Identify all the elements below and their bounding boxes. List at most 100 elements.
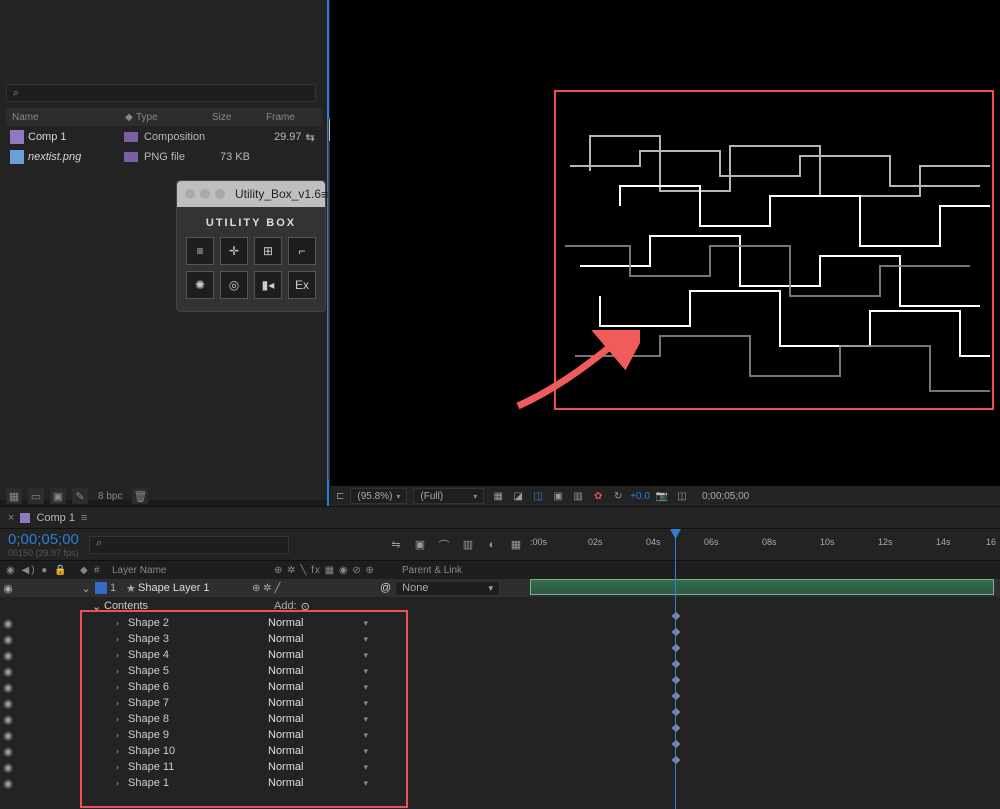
sun-icon[interactable]: ✺ [186,271,214,299]
pickwhip-icon[interactable]: @ [380,582,391,594]
visibility-toggle[interactable]: ◉ [0,617,16,630]
camera-icon[interactable]: ▮◂ [254,271,282,299]
new-folder-icon[interactable]: ▭ [28,488,44,504]
layer-switches[interactable]: ⊕ ✲ ╱ [252,583,380,594]
blend-mode-dropdown[interactable]: Normal▾ [268,681,386,693]
window-close-icon[interactable] [185,189,195,199]
blend-mode-dropdown[interactable]: Normal▾ [268,617,386,629]
shape-name[interactable]: Shape 9 [128,729,268,741]
align-icon[interactable]: ≡ [186,237,214,265]
keyframe-marker[interactable] [672,644,680,652]
twirl-down-icon[interactable]: ⌄ [80,582,92,595]
keyframe-marker[interactable] [672,724,680,732]
chevron-right-icon[interactable]: › [116,698,128,708]
visibility-toggle[interactable]: ◉ [0,713,16,726]
channel-icon[interactable]: ▥ [570,488,586,504]
keyframe-marker[interactable] [672,660,680,668]
visibility-toggle[interactable]: ◉ [0,665,16,678]
shy-icon[interactable]: ⌒ [436,537,452,553]
expression-icon[interactable]: Ex [288,271,316,299]
target-icon[interactable]: ◎ [220,271,248,299]
blend-mode-dropdown[interactable]: Normal▾ [268,745,386,757]
path-icon[interactable]: ⌐ [288,237,316,265]
blend-mode-dropdown[interactable]: Normal▾ [268,633,386,645]
chevron-right-icon[interactable]: › [116,682,128,692]
interpret-footage-icon[interactable]: ▦ [6,488,22,504]
chevron-right-icon[interactable]: › [116,778,128,788]
col-size[interactable]: Size [212,112,266,123]
zoom-dropdown[interactable]: (95.8%)▾ [350,488,407,504]
anchor-icon[interactable]: ✛ [220,237,248,265]
blend-mode-dropdown[interactable]: Normal▾ [268,729,386,741]
window-max-icon[interactable] [215,189,225,199]
project-search-input[interactable]: ⌕ [6,84,316,102]
tab-comp1[interactable]: Comp 1 [36,512,75,524]
current-timecode[interactable]: 0;00;05;00 [8,531,79,548]
tab-close-icon[interactable]: × [8,512,14,524]
mask-icon[interactable]: ◪ [510,488,526,504]
show-snapshot-icon[interactable]: ◫ [674,488,690,504]
chevron-right-icon[interactable]: › [116,650,128,660]
blend-mode-dropdown[interactable]: Normal▾ [268,649,386,661]
frame-blend-icon[interactable]: ▥ [460,537,476,553]
playhead[interactable] [675,529,676,809]
exposure-value[interactable]: +0.0 [630,491,650,502]
shape-name[interactable]: Shape 4 [128,649,268,661]
flowchart-icon[interactable]: ⇆ [306,131,315,144]
blend-mode-dropdown[interactable]: Normal▾ [268,665,386,677]
motion-blur-icon[interactable]: ◐ [484,537,500,553]
utility-box-panel[interactable]: Utility_Box_v1.6 ≡ UTILITY BOX ≡ ✛ ⊞ ⌐ ✺… [176,180,326,312]
graph-editor-icon[interactable]: ▦ [508,537,524,553]
col-name[interactable]: Name [6,112,122,123]
color-mgmt-icon[interactable]: ✿ [590,488,606,504]
visibility-toggle[interactable]: ◉ [0,745,16,758]
shape-name[interactable]: Shape 10 [128,745,268,757]
shape-name[interactable]: Shape 5 [128,665,268,677]
parent-dropdown[interactable]: None▾ [395,581,500,596]
layer-name[interactable]: Shape Layer 1 [138,582,252,594]
guides-icon[interactable]: ▣ [550,488,566,504]
visibility-toggle[interactable]: ◉ [0,777,16,790]
visibility-toggle[interactable]: ◉ [0,681,16,694]
project-item-comp1[interactable]: Comp 1 Composition 29.97⇆ [6,128,322,146]
timeline-tracks[interactable] [530,579,994,809]
visibility-toggle[interactable]: ◉ [0,582,16,595]
shape-name[interactable]: Shape 1 [128,777,268,789]
tab-menu-icon[interactable]: ≡ [81,512,87,524]
keyframe-marker[interactable] [672,692,680,700]
shape-name[interactable]: Shape 7 [128,697,268,709]
chevron-right-icon[interactable]: › [116,730,128,740]
blend-mode-dropdown[interactable]: Normal▾ [268,713,386,725]
trash-icon[interactable]: 🗑 [132,488,148,504]
keyframe-marker[interactable] [672,756,680,764]
keyframe-marker[interactable] [672,628,680,636]
shape-name[interactable]: Shape 3 [128,633,268,645]
chevron-right-icon[interactable]: › [116,762,128,772]
grid-icon[interactable]: ⊞ [254,237,282,265]
col-type[interactable]: Type [136,112,212,123]
viewer-timecode[interactable]: 0;00;05;00 [702,491,749,502]
keyframe-marker[interactable] [672,708,680,716]
time-ruler[interactable]: :00s 02s 04s 06s 08s 10s 12s 14s 16 [530,529,994,561]
utility-box-titlebar[interactable]: Utility_Box_v1.6 ≡ [177,181,325,207]
comp-flowchart-icon[interactable]: ⇋ [388,537,404,553]
blend-mode-dropdown[interactable]: Normal▾ [268,697,386,709]
keyframe-marker[interactable] [672,676,680,684]
chevron-right-icon[interactable]: › [116,746,128,756]
chevron-right-icon[interactable]: › [116,618,128,628]
shape-name[interactable]: Shape 6 [128,681,268,693]
bpc-label[interactable]: 8 bpc [98,491,122,502]
new-comp-icon[interactable]: ▣ [50,488,66,504]
layer-duration-bar[interactable] [530,579,994,595]
keyframe-marker[interactable] [672,740,680,748]
visibility-toggle[interactable]: ◉ [0,697,16,710]
visibility-toggle[interactable]: ◉ [0,729,16,742]
region-icon[interactable]: ◫ [530,488,546,504]
bracket-icon[interactable]: ⊏ [336,491,344,502]
col-frame[interactable]: Frame [266,112,322,123]
shape-name[interactable]: Shape 2 [128,617,268,629]
shape-name[interactable]: Shape 11 [128,761,268,773]
chevron-right-icon[interactable]: › [116,714,128,724]
item-tag[interactable] [124,132,138,142]
window-min-icon[interactable] [200,189,210,199]
